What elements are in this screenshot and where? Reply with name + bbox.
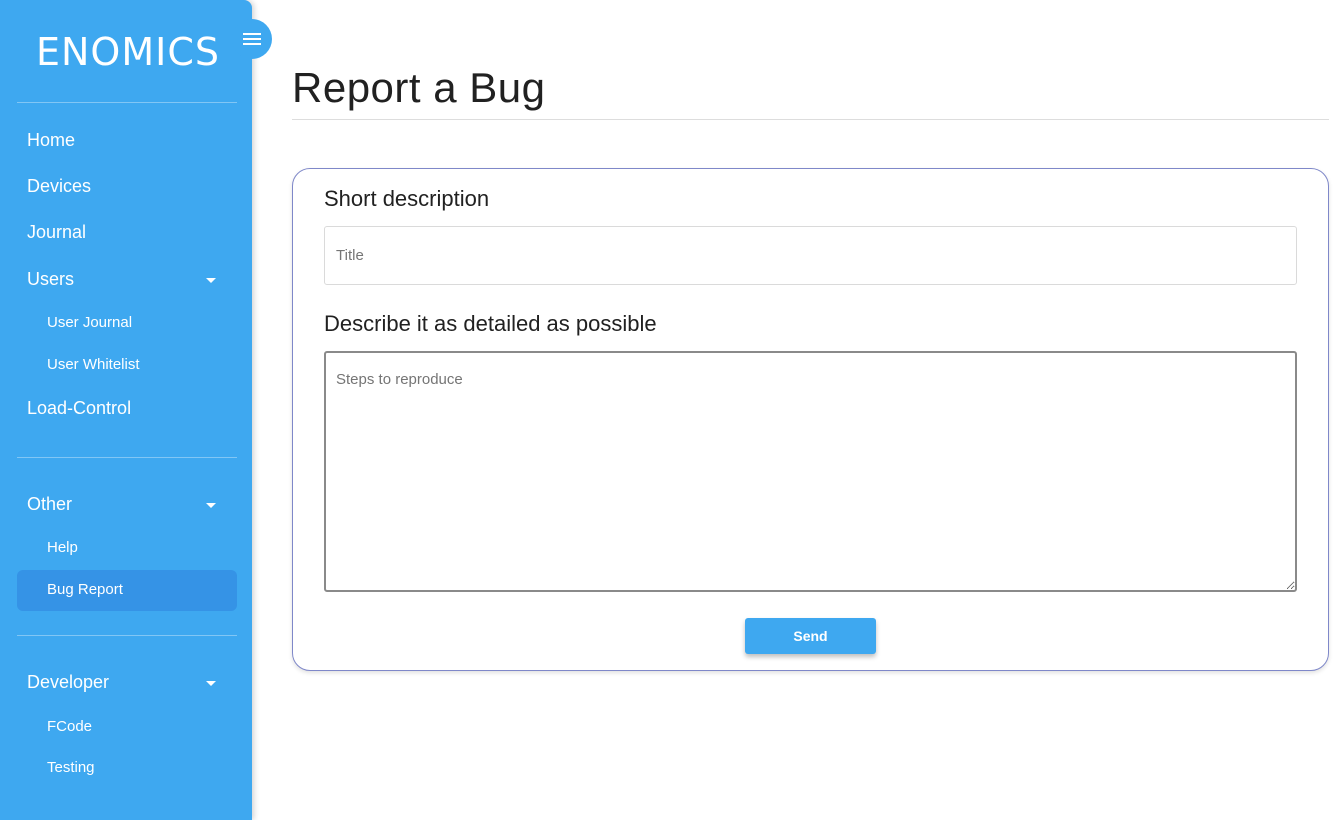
sidebar-item-testing[interactable]: Testing [47,759,95,776]
title-input[interactable] [324,226,1297,285]
send-button[interactable]: Send [745,618,876,654]
sidebar-divider [17,635,237,636]
sidebar-item-developer[interactable]: Developer [27,672,109,693]
sidebar-item-user-journal[interactable]: User Journal [47,314,132,331]
sidebar-item-load-control[interactable]: Load-Control [27,398,131,419]
sidebar-item-other[interactable]: Other [27,494,72,515]
menu-toggle-button[interactable] [232,19,272,59]
sidebar-divider [17,457,237,458]
bug-report-form: Short description Describe it as detaile… [292,168,1329,671]
title-divider [292,119,1329,120]
sidebar-item-user-whitelist[interactable]: User Whitelist [47,356,140,373]
sidebar-item-journal[interactable]: Journal [27,222,86,243]
brand-logo: ENOMICS [36,30,220,74]
hamburger-icon [243,33,261,45]
sidebar-item-home[interactable]: Home [27,130,75,151]
sidebar-item-fcode[interactable]: FCode [47,718,92,735]
app-root: ENOMICS Home Devices Journal Users User … [0,0,1344,820]
chevron-down-icon[interactable] [206,278,216,283]
sidebar-item-devices[interactable]: Devices [27,176,91,197]
short-description-label: Short description [324,186,490,211]
details-label: Describe it as detailed as possible [324,311,657,336]
sidebar-item-help[interactable]: Help [47,539,78,556]
steps-to-reproduce-textarea[interactable] [324,351,1297,592]
sidebar: ENOMICS Home Devices Journal Users User … [0,0,252,820]
sidebar-item-users[interactable]: Users [27,269,74,290]
chevron-down-icon[interactable] [206,503,216,508]
page-title: Report a Bug [292,64,546,111]
chevron-down-icon[interactable] [206,681,216,686]
sidebar-divider [17,102,237,103]
sidebar-item-bug-report[interactable]: Bug Report [47,581,123,598]
